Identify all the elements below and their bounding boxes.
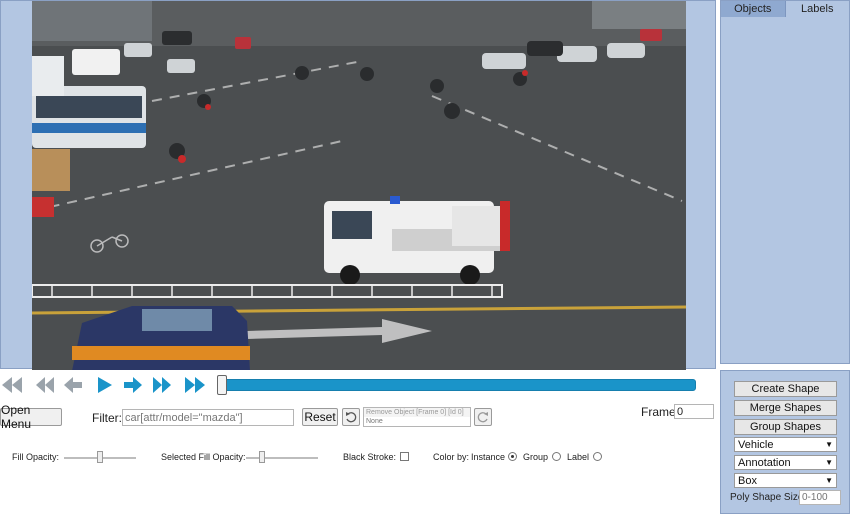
double-fast-forward-icon	[185, 377, 205, 393]
create-shape-button[interactable]: Create Shape	[734, 381, 837, 397]
tab-objects[interactable]: Objects	[721, 1, 786, 17]
timeline-track[interactable]	[217, 379, 696, 391]
color-by-instance-radio[interactable]	[508, 452, 517, 461]
color-by-group-label: Group	[523, 452, 549, 462]
open-menu-button[interactable]: Open Menu	[0, 403, 62, 431]
display-options: Fill Opacity: Selected Fill Opacity: Bla…	[0, 448, 716, 468]
step-back-large-button[interactable]	[36, 375, 54, 395]
label-select[interactable]: Vehicle ▼	[734, 437, 837, 452]
fast-forward-icon	[153, 377, 171, 393]
filter-row: Open Menu Filter: car[attr/model="mazda"…	[0, 403, 716, 431]
undo-button[interactable]	[342, 408, 360, 426]
frame-label: Frame	[641, 405, 676, 419]
arrow-left-icon	[64, 377, 82, 393]
mode-select-value: Annotation	[738, 456, 791, 469]
caret-down-icon: ▼	[825, 458, 833, 467]
color-by-label-radio[interactable]	[593, 452, 602, 461]
rewind-icon	[36, 377, 54, 393]
video-frame[interactable]	[32, 1, 686, 370]
redo-icon	[477, 412, 488, 423]
timeline-handle[interactable]	[217, 375, 227, 395]
shape-type-select-value: Box	[738, 474, 757, 487]
selected-fill-opacity-label: Selected Fill Opacity:	[161, 452, 246, 462]
skip-to-start-button[interactable]	[0, 375, 24, 395]
double-rewind-icon	[2, 377, 22, 393]
street-scene-image	[32, 1, 686, 370]
player-frame	[0, 0, 716, 370]
black-stroke-checkbox[interactable]	[400, 452, 409, 461]
reset-button[interactable]: Reset	[302, 408, 338, 426]
remove-object-select[interactable]: Remove Object [Frame 0] [Id 0] None	[363, 407, 471, 427]
playback-bar	[0, 372, 716, 398]
remove-object-value: None	[364, 417, 470, 426]
arrow-right-icon	[124, 377, 142, 393]
objects-panel-tabs: Objects Labels	[721, 1, 849, 17]
color-by-label-label: Label	[567, 452, 590, 462]
filter-input[interactable]: car[attr/model="mazda"]	[122, 409, 294, 426]
tab-labels[interactable]: Labels	[786, 1, 850, 17]
redo-button[interactable]	[474, 408, 492, 426]
color-by-label: Color by:	[433, 452, 470, 462]
play-icon	[98, 377, 112, 393]
caret-down-icon: ▼	[825, 476, 833, 485]
fill-opacity-label: Fill Opacity:	[12, 452, 60, 462]
group-shapes-button[interactable]: Group Shapes	[734, 419, 837, 435]
color-by-instance-label: Instance	[471, 452, 506, 462]
step-forward-large-button[interactable]	[153, 375, 171, 395]
poly-shape-size-label: Poly Shape Size:	[730, 492, 807, 503]
merge-shapes-button[interactable]: Merge Shapes	[734, 400, 837, 416]
shape-type-select[interactable]: Box ▼	[734, 473, 837, 488]
play-button[interactable]	[98, 375, 112, 395]
color-by-group-radio[interactable]	[552, 452, 561, 461]
remove-object-label: Remove Object [Frame 0] [Id 0]	[366, 409, 464, 416]
filter-label: Filter:	[92, 411, 122, 425]
black-stroke-label: Black Stroke:	[343, 452, 397, 462]
selected-fill-opacity-track	[246, 457, 318, 459]
skip-to-end-button[interactable]	[183, 375, 207, 395]
mode-select[interactable]: Annotation ▼	[734, 455, 837, 470]
selected-fill-opacity-slider[interactable]	[259, 451, 265, 463]
step-forward-button[interactable]	[124, 375, 142, 395]
fill-opacity-slider[interactable]	[97, 451, 103, 463]
objects-panel: Objects Labels	[720, 0, 850, 364]
step-back-button[interactable]	[64, 375, 82, 395]
frame-input[interactable]: 0	[674, 404, 714, 419]
shape-tools-panel: Create Shape Merge Shapes Group Shapes V…	[720, 370, 850, 514]
undo-icon	[346, 412, 357, 423]
caret-down-icon: ▼	[825, 440, 833, 449]
label-select-value: Vehicle	[738, 438, 774, 451]
poly-shape-size-input[interactable]	[799, 490, 841, 505]
